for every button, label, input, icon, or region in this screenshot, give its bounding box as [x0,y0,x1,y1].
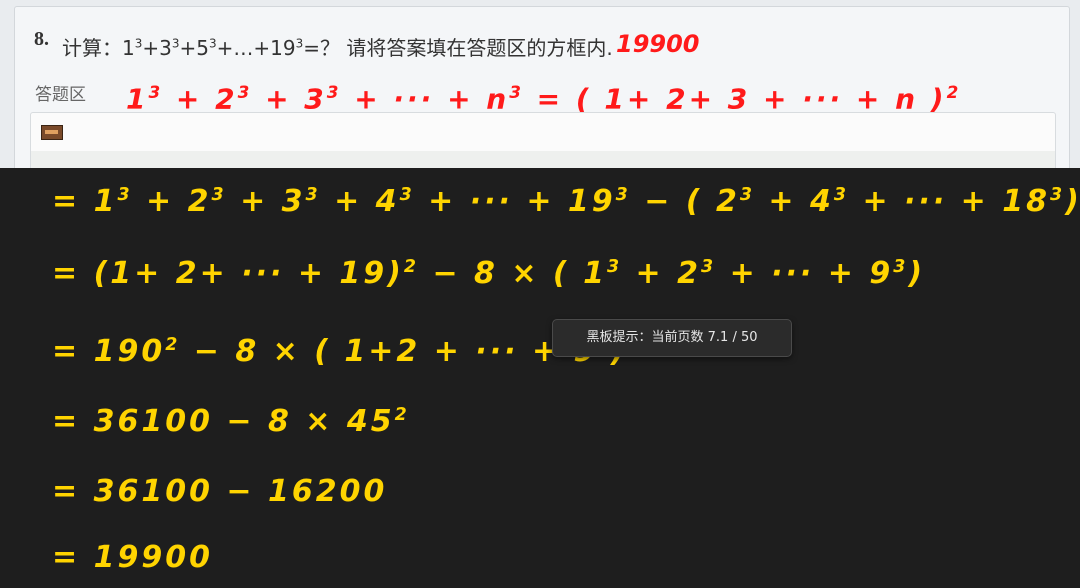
answer-box-footer [31,151,1055,168]
handwritten-answer: 19900 [616,30,700,58]
page-indicator-tooltip: 黑板提示：当前页数 7.1 / 50 [552,319,792,357]
chalk-line-5: = 36100 − 16200 [52,474,388,509]
chalk-line-4: = 36100 − 8 × 452 [52,404,410,439]
answer-input-box[interactable] [30,112,1056,168]
handwritten-formula: 13 + 23 + 33 + ··· + n3 = ( 1+ 2+ 3 + ··… [126,82,962,116]
chalk-line-2: = (1+ 2+ ··· + 19)2 − 8 × ( 13 + 23 + ··… [52,256,926,291]
question-number: 8. [34,28,49,50]
answer-area-label: 答题区 [35,85,86,105]
blackboard[interactable]: = 13 + 23 + 33 + 43 + ··· + 193 − ( 23 +… [0,168,1080,588]
image-icon[interactable] [41,125,63,140]
question-text: 计算：13+33+53+…+193=？ 请将答案填在答题区的方框内. [62,36,613,60]
chalk-line-6: = 19900 [52,540,213,575]
chalk-line-1: = 13 + 23 + 33 + 43 + ··· + 193 − ( 23 +… [52,184,1079,219]
question-panel: 8. 计算：13+33+53+…+193=？ 请将答案填在答题区的方框内. 19… [0,0,1080,168]
